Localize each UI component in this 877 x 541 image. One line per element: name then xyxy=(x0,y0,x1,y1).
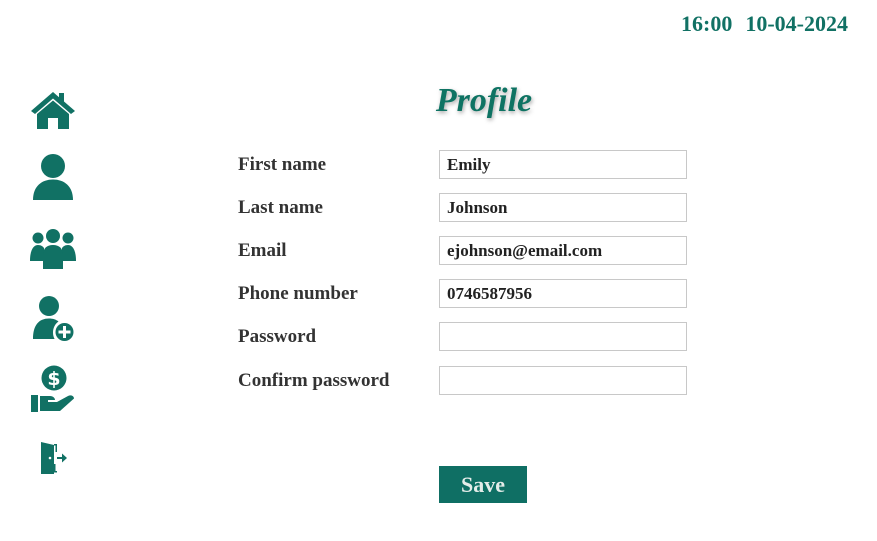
user-icon xyxy=(33,154,73,200)
email-label: Email xyxy=(238,240,287,261)
users-group-icon xyxy=(30,229,76,269)
phone-row: Phone number xyxy=(238,279,698,309)
svg-text:$: $ xyxy=(47,368,60,390)
confirm-password-field[interactable] xyxy=(439,366,687,395)
page-title: Profile xyxy=(435,82,533,119)
sidebar-item-home[interactable] xyxy=(29,86,77,134)
current-date: 10-04-2024 xyxy=(745,11,848,36)
sidebar-item-logout[interactable] xyxy=(29,434,77,482)
datetime-display: 16:00 10-04-2024 xyxy=(681,11,848,37)
logout-door-icon xyxy=(41,442,67,474)
password-label: Password xyxy=(238,326,317,347)
last-name-row: Last name xyxy=(238,193,698,223)
phone-label: Phone number xyxy=(238,283,358,304)
first-name-row: First name xyxy=(238,150,698,180)
password-row: Password xyxy=(238,322,698,352)
last-name-field[interactable] xyxy=(439,193,687,222)
sidebar-item-add-user[interactable] xyxy=(29,294,77,342)
password-field[interactable] xyxy=(439,322,687,351)
home-icon xyxy=(31,92,75,129)
phone-field[interactable] xyxy=(439,279,687,308)
sidebar-item-profile[interactable] xyxy=(29,153,77,201)
last-name-label: Last name xyxy=(238,197,323,218)
save-button[interactable]: Save xyxy=(439,466,527,503)
confirm-password-label: Confirm password xyxy=(238,370,390,391)
confirm-password-row: Confirm password xyxy=(238,366,698,396)
sidebar-item-users[interactable] xyxy=(29,225,77,273)
sidebar-item-payments[interactable]: $ xyxy=(29,365,77,413)
user-add-icon xyxy=(33,296,74,341)
first-name-field[interactable] xyxy=(439,150,687,179)
first-name-label: First name xyxy=(238,154,327,175)
current-time: 16:00 xyxy=(681,11,733,36)
email-field[interactable] xyxy=(439,236,687,265)
email-row: Email xyxy=(238,236,698,266)
profile-page: 16:00 10-04-2024 $ Profile First name Em… xyxy=(0,0,877,541)
hand-money-icon: $ xyxy=(31,365,74,412)
